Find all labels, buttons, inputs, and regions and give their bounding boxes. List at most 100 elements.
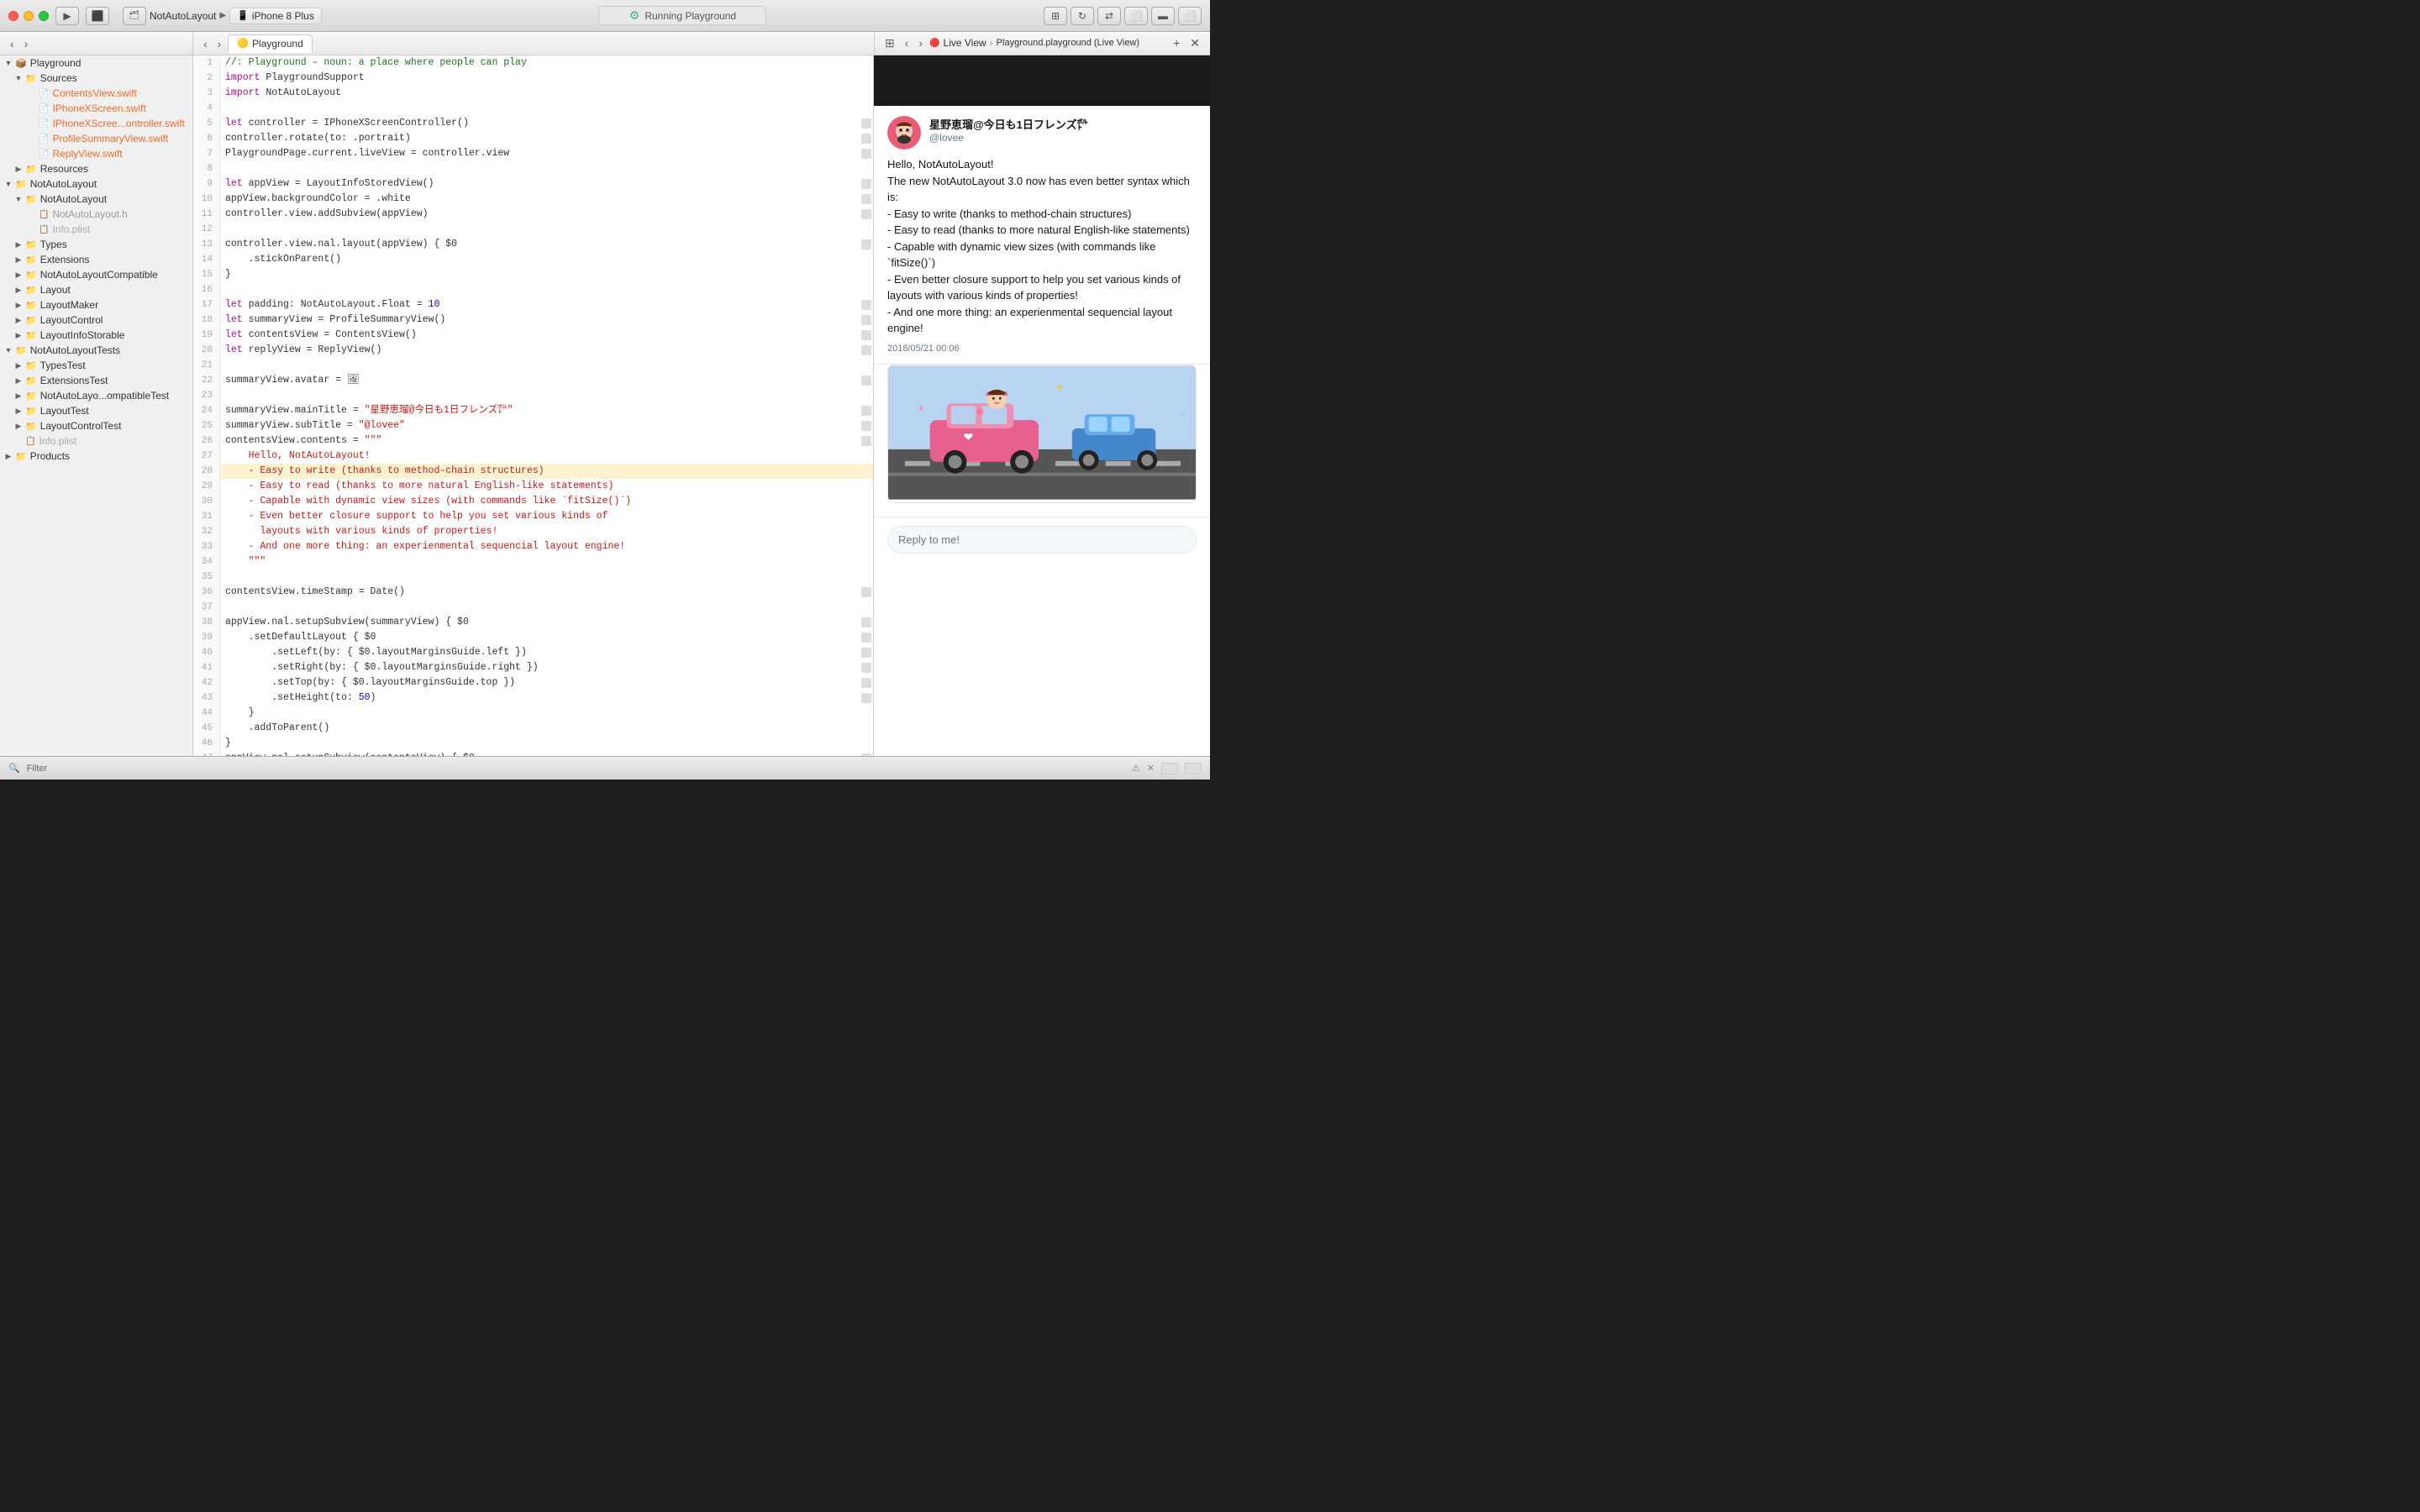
maximize-button[interactable]	[39, 11, 49, 21]
status-box-1	[1161, 763, 1178, 774]
sidebar-item-layout[interactable]: 📁 Layout	[0, 282, 192, 297]
extensions-icon: 📁	[25, 255, 37, 265]
tweet-card: 星野恵瑠@今日も1日フレンズ㌾ @lovee Hello, NotAutoLay…	[874, 106, 1210, 365]
code-line-44: 44 }	[193, 706, 873, 721]
products-folder-icon: 📁	[15, 451, 27, 462]
extensionstest-icon: 📁	[25, 375, 37, 386]
live-view-panel: 星野恵瑠@今日も1日フレンズ㌾ @lovee Hello, NotAutoLay…	[874, 55, 1210, 756]
refresh-button[interactable]: ↻	[1071, 7, 1094, 25]
types-label: Types	[40, 239, 67, 250]
sidebar-item-iphonexcontroller[interactable]: 📄 IPhoneXScree...ontroller.swift	[0, 116, 192, 131]
sidebar-left-button[interactable]: ⬜	[1124, 7, 1148, 25]
sidebar-item-tests-plist[interactable]: 📋 Info.plist	[0, 433, 192, 449]
live-view-label: Live View	[944, 37, 986, 49]
editor-nav-prev[interactable]: ‹	[7, 37, 18, 50]
file-iphonexscreen: IPhoneXScreen.swift	[52, 102, 145, 114]
file-tests-plist: Info.plist	[39, 435, 76, 447]
naltests-icon: 📁	[15, 345, 27, 356]
sidebar-item-typestest[interactable]: 📁 TypesTest	[0, 358, 192, 373]
editor-nav-next[interactable]: ›	[21, 37, 32, 50]
statusbar: 🔍 Filter ⚠ ✕	[0, 756, 1210, 780]
reply-input[interactable]	[887, 526, 1197, 554]
sidebar-item-extensions[interactable]: 📁 Extensions	[0, 252, 192, 267]
layoutinfostorable-label: LayoutInfoStorable	[40, 329, 125, 341]
live-nav-grid[interactable]: ⊞	[881, 36, 898, 50]
sidebar: 📦 Playground 📁 Sources 📄 ContentsView.sw…	[0, 55, 193, 756]
code-nav-next[interactable]: ›	[214, 37, 225, 50]
avatar	[887, 116, 921, 150]
sidebar-item-types[interactable]: 📁 Types	[0, 237, 192, 252]
stop-button[interactable]: ⬛	[86, 7, 109, 25]
live-view-content[interactable]: 星野恵瑠@今日も1日フレンズ㌾ @lovee Hello, NotAutoLay…	[874, 55, 1210, 756]
playground-folder-icon: 📦	[15, 58, 27, 69]
file-profilesummary: ProfileSummaryView.swift	[52, 133, 168, 144]
swap-button[interactable]: ⇄	[1097, 7, 1121, 25]
sidebar-item-replyview[interactable]: 📄 ReplyView.swift	[0, 146, 192, 161]
close-button[interactable]	[8, 11, 18, 21]
code-line-37: 37	[193, 600, 873, 615]
sidebar-item-nal-header[interactable]: 📋 NotAutoLayout.h	[0, 207, 192, 222]
sidebar-item-layoutcontrol[interactable]: 📁 LayoutControl	[0, 312, 192, 328]
sidebar-item-layoutinfostorable[interactable]: 📁 LayoutInfoStorable	[0, 328, 192, 343]
sidebar-item-nalcompat[interactable]: 📁 NotAutoLayoutCompatible	[0, 267, 192, 282]
live-close-button[interactable]: ✕	[1186, 36, 1203, 50]
code-line-26: 26 contentsView.contents = """	[193, 433, 873, 449]
sidebar-item-naltests-group[interactable]: 📁 NotAutoLayoutTests	[0, 343, 192, 358]
products-arrow	[3, 452, 13, 461]
live-nav-next[interactable]: ›	[915, 36, 926, 50]
playground-tab[interactable]: 🟡 Playground	[228, 34, 312, 53]
playground-arrow	[3, 59, 13, 67]
sidebar-item-nal-plist[interactable]: 📋 Info.plist	[0, 222, 192, 237]
sidebar-item-extensionstest[interactable]: 📁 ExtensionsTest	[0, 373, 192, 388]
sidebar-item-layouttest[interactable]: 📁 LayoutTest	[0, 403, 192, 418]
live-nav-prev[interactable]: ‹	[902, 36, 913, 50]
split-button[interactable]: ▬	[1151, 7, 1175, 25]
code-line-18: 18 let summaryView = ProfileSummaryView(…	[193, 312, 873, 328]
sidebar-item-layoutmaker[interactable]: 📁 LayoutMaker	[0, 297, 192, 312]
file-contentsview: ContentsView.swift	[52, 87, 137, 99]
nallayoutcompat-label: NotAutoLayo...ompatibleTest	[40, 390, 169, 402]
layout-icon: 📁	[25, 285, 37, 296]
sidebar-item-playground-root[interactable]: 📦 Playground	[0, 55, 192, 71]
file-iphonexcontroller: IPhoneXScree...ontroller.swift	[52, 118, 184, 129]
file-nal-plist: Info.plist	[52, 223, 90, 235]
reply-bar[interactable]	[874, 517, 1210, 562]
sidebar-item-layoutcontroltest[interactable]: 📁 LayoutControlTest	[0, 418, 192, 433]
code-editor[interactable]: 1 //: Playground – noun: a place where p…	[193, 55, 874, 756]
play-button[interactable]: ▶	[55, 7, 79, 25]
code-line-20: 20 let replyView = ReplyView()	[193, 343, 873, 358]
sidebar-item-resources[interactable]: 📁 Resources	[0, 161, 192, 176]
code-line-45: 45 .addToParent()	[193, 721, 873, 736]
typestest-icon: 📁	[25, 360, 37, 371]
sidebar-right-button[interactable]: ⬜	[1178, 7, 1202, 25]
code-line-39: 39 .setDefaultLayout { $0	[193, 630, 873, 645]
sidebar-item-contentsview[interactable]: 📄 ContentsView.swift	[0, 86, 192, 101]
code-line-46: 46 }	[193, 736, 873, 751]
code-line-34-close: 34 """	[193, 554, 873, 570]
minimize-button[interactable]	[24, 11, 34, 21]
code-line-47: 47 appView.nal.setupSubview(contentsView…	[193, 751, 873, 756]
playground-tab-label: Playground	[252, 38, 303, 50]
code-line-4: 4	[193, 101, 873, 116]
code-line-35: 35	[193, 570, 873, 585]
swift-icon-5: 📄	[39, 150, 49, 159]
layoutmaker-label: LayoutMaker	[40, 299, 98, 311]
sources-arrow	[13, 74, 24, 82]
code-line-17: 17 let padding: NotAutoLayout.Float = 10	[193, 297, 873, 312]
code-nav-prev[interactable]: ‹	[200, 37, 211, 50]
sidebar-item-nallayoutcompat-test[interactable]: 📁 NotAutoLayo...ompatibleTest	[0, 388, 192, 403]
sidebar-item-iphonexscreen[interactable]: 📄 IPhoneXScreen.swift	[0, 101, 192, 116]
sidebar-item-notautolayout-group[interactable]: 📁 NotAutoLayout	[0, 176, 192, 192]
sidebar-item-sources[interactable]: 📁 Sources	[0, 71, 192, 86]
live-add-button[interactable]: +	[1170, 36, 1183, 50]
sidebar-item-notautolayout-sub[interactable]: 📁 NotAutoLayout	[0, 192, 192, 207]
layout-label: Layout	[40, 284, 71, 296]
code-line-27: 27 Hello, NotAutoLayout!	[193, 449, 873, 464]
grid-view-button[interactable]: ⊞	[1044, 7, 1067, 25]
code-line-11: 11 controller.view.addSubview(appView)	[193, 207, 873, 222]
sidebar-item-profilesummary[interactable]: 📄 ProfileSummaryView.swift	[0, 131, 192, 146]
sidebar-item-products[interactable]: 📁 Products	[0, 449, 192, 464]
file-nal-h: NotAutoLayout.h	[52, 208, 127, 220]
code-line-38: 38 appView.nal.setupSubview(summaryView)…	[193, 615, 873, 630]
device-icon: 📱	[237, 10, 249, 21]
